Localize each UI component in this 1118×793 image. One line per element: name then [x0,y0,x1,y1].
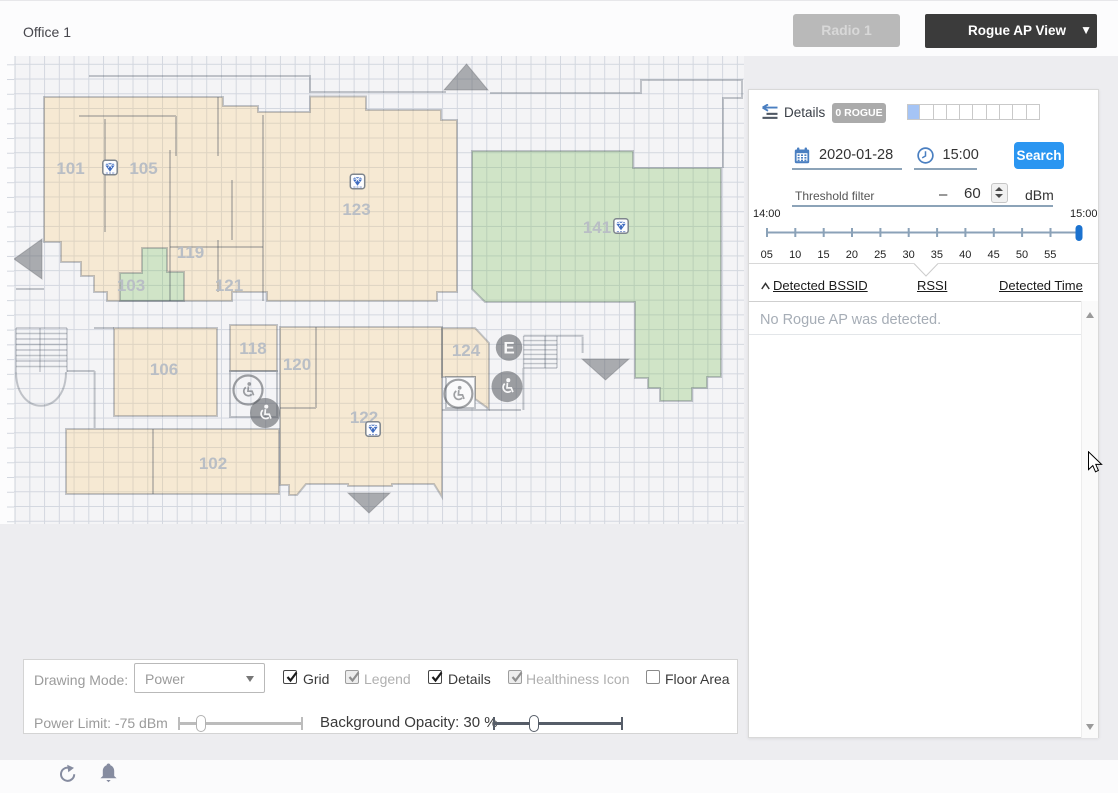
svg-text:121: 121 [215,276,243,295]
svg-text:10: 10 [789,249,801,260]
svg-text:101: 101 [56,159,84,178]
svg-text:123: 123 [342,200,370,219]
svg-text:120: 120 [283,355,311,374]
svg-text:103: 103 [117,276,145,295]
svg-text:124: 124 [452,341,481,360]
svg-text:25: 25 [874,249,886,260]
svg-text:30: 30 [902,249,914,260]
svg-text:50: 50 [1016,249,1028,260]
svg-text:20: 20 [846,249,858,260]
svg-text:105: 105 [129,159,157,178]
svg-text:141: 141 [583,218,611,237]
svg-text:55: 55 [1044,249,1056,260]
svg-text:40: 40 [959,249,971,260]
svg-text:118: 118 [239,339,266,358]
svg-text:E: E [503,339,514,358]
svg-text:05: 05 [761,249,773,260]
svg-text:102: 102 [199,454,227,473]
svg-text:15: 15 [817,249,829,260]
svg-text:35: 35 [931,249,943,260]
svg-text:45: 45 [987,249,999,260]
svg-text:106: 106 [150,360,178,379]
svg-text:119: 119 [177,243,204,262]
